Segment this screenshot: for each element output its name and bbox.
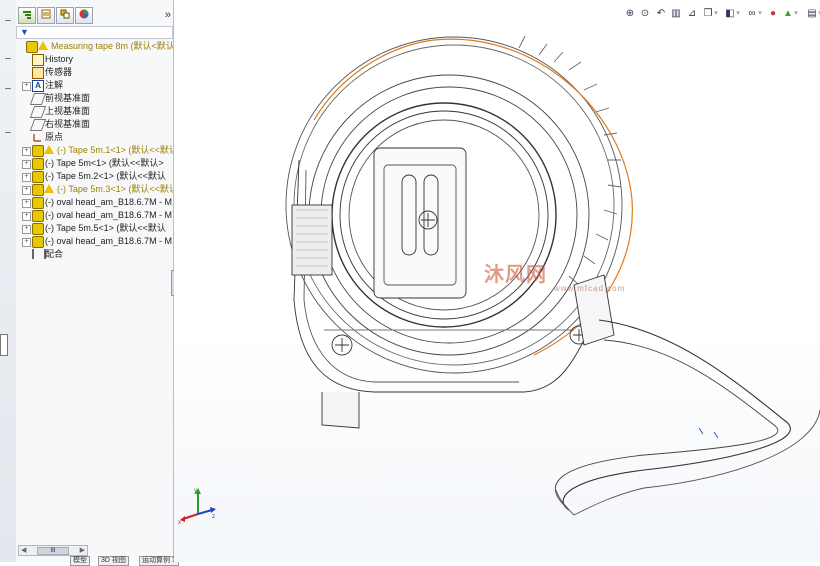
tree-item-label: (-) Tape 5m.2<1> (默认<<默认 — [45, 171, 166, 181]
watermark-url: www.mfcad.com — [554, 284, 626, 293]
tree-item-label: 配合 — [45, 249, 64, 259]
plane-icon — [29, 106, 47, 118]
tree-filter[interactable]: ▼ — [16, 26, 173, 39]
configuration-manager-tab[interactable] — [56, 7, 74, 24]
tree-item-label: (-) oval head_am_B18.6.7M - M — [45, 210, 173, 220]
expand-toggle[interactable]: + — [22, 173, 31, 182]
strip-arrow[interactable] — [5, 132, 11, 133]
panel-tabs: » — [16, 7, 173, 24]
tree-item-label: Measuring tape 8m (默认<默认 — [51, 41, 173, 51]
triad-z-label: z — [212, 514, 215, 520]
feature-tree-icon — [23, 11, 31, 19]
expand-toggle[interactable]: + — [22, 225, 31, 234]
warning-icon — [38, 41, 48, 50]
part-icon — [32, 223, 44, 235]
strip-box[interactable] — [0, 334, 8, 356]
tree-item[interactable]: Measuring tape 8m (默认<默认 — [16, 40, 173, 53]
tab-model[interactable]: 模型 — [70, 556, 90, 566]
tree-item[interactable]: + (-) Tape 5m<1> (默认<<默认> — [16, 157, 173, 170]
plane-icon — [29, 119, 47, 131]
triad-y-label: y — [194, 488, 197, 494]
tree-item-label: (-) oval head_am_B18.6.7M - M — [45, 236, 173, 246]
configuration-icon — [60, 9, 70, 19]
tree-item[interactable]: 配合 — [16, 248, 173, 261]
tree-item[interactable]: + (-) Tape 5m.2<1> (默认<<默认 — [16, 170, 173, 183]
history-icon — [32, 54, 44, 66]
left-task-strip — [0, 0, 17, 562]
scroll-left-icon[interactable]: ◀ — [21, 546, 26, 554]
tree-item[interactable]: 右视基准面 — [16, 118, 173, 131]
expand-toggle[interactable]: + — [22, 82, 31, 91]
tree-item-label: History — [45, 54, 74, 64]
tree-item[interactable]: History — [16, 53, 173, 66]
display-manager-tab[interactable] — [75, 7, 93, 24]
feature-manager-panel: » ▼ Measuring tape 8m (默认<默认 History 传感器 + A… — [16, 0, 177, 562]
origin-icon — [32, 132, 42, 142]
display-manager-icon — [79, 9, 89, 19]
annotation-icon: A — [32, 80, 44, 92]
graphics-viewport[interactable]: ⊕ ⊙ ↶ ▥ ⊿ ❒ ▾ ◧ ▾ ∞ ▾ ● ▲ ▾ ▤ ▾ 沐风网 www.… — [174, 0, 820, 562]
strip-arrow[interactable] — [5, 20, 11, 21]
scroll-right-icon[interactable]: ▶ — [80, 546, 85, 554]
part-icon — [32, 210, 44, 222]
reference-triad: y x z — [178, 488, 216, 524]
strip-arrow[interactable] — [5, 88, 11, 89]
tree-item-label: (-) oval head_am_B18.6.7M - M — [45, 197, 173, 207]
sensor-icon — [32, 67, 44, 79]
strip-arrow[interactable] — [5, 58, 11, 59]
tree-item[interactable]: + A 注解 — [16, 79, 173, 92]
mate-icon — [32, 249, 46, 259]
property-icon — [41, 9, 51, 19]
part-icon — [26, 41, 38, 53]
tab-3d-view[interactable]: 3D 视图 — [98, 556, 129, 566]
tree-item-label: (-) Tape 5m<1> (默认<<默认> — [45, 158, 164, 168]
part-icon — [32, 158, 44, 170]
tree-item-label: 右视基准面 — [45, 119, 91, 129]
property-manager-tab[interactable] — [37, 7, 55, 24]
tree-item[interactable]: + (-) Tape 5m.1<1> (默认<<默认 — [16, 144, 173, 157]
tree-item-label: 传感器 — [45, 67, 73, 77]
plane-icon — [29, 93, 47, 105]
tree-item[interactable]: 传感器 — [16, 66, 173, 79]
tree-item[interactable]: + (-) oval head_am_B18.6.7M - M — [16, 196, 173, 209]
part-icon — [32, 197, 44, 209]
part-icon — [32, 184, 44, 196]
tree-item-label: 注解 — [45, 80, 64, 90]
triad-x-label: x — [178, 520, 181, 524]
part-icon — [32, 145, 44, 157]
tree-item-label: 前视基准面 — [45, 93, 91, 103]
part-icon — [32, 236, 44, 248]
collapse-panel-button[interactable]: » — [165, 9, 171, 21]
filter-icon[interactable]: ▼ — [20, 27, 29, 37]
tree-item[interactable]: + (-) oval head_am_B18.6.7M - M — [16, 235, 173, 248]
scroll-thumb[interactable]: III — [37, 547, 69, 555]
warning-icon — [44, 145, 54, 154]
horizontal-scrollbar[interactable]: ◀ III ▶ — [18, 545, 88, 556]
tree-item-label: (-) Tape 5m.5<1> (默认<<默认 — [45, 223, 166, 233]
tree-item[interactable]: + (-) oval head_am_B18.6.7M - M — [16, 209, 173, 222]
tree-item[interactable]: + (-) Tape 5m.5<1> (默认<<默认 — [16, 222, 173, 235]
tab-motion-study[interactable]: 运动算例 1 — [139, 556, 179, 566]
tree-item[interactable]: 上视基准面 — [16, 105, 173, 118]
expand-toggle[interactable]: + — [22, 238, 31, 247]
tree-item-label: (-) Tape 5m.3<1> (默认<<默认 — [57, 184, 173, 194]
expand-toggle[interactable]: + — [22, 160, 31, 169]
tree-item-label: 上视基准面 — [45, 106, 91, 116]
expand-toggle[interactable]: + — [22, 199, 31, 208]
feature-manager-tab[interactable] — [18, 7, 36, 24]
part-icon — [32, 171, 44, 183]
tree-item[interactable]: 前视基准面 — [16, 92, 173, 105]
tree-item[interactable]: + (-) Tape 5m.3<1> (默认<<默认 — [16, 183, 173, 196]
watermark-logo: 沐风网 — [484, 264, 547, 286]
tree-item-label: 原点 — [45, 132, 64, 142]
tree-item[interactable]: 原点 — [16, 131, 173, 144]
warning-icon — [44, 184, 54, 193]
bottom-tabs: 模型 3D 视图 运动算例 1 — [16, 556, 196, 566]
expand-toggle[interactable]: + — [22, 186, 31, 195]
tree-item-label: (-) Tape 5m.1<1> (默认<<默认 — [57, 145, 173, 155]
expand-toggle[interactable]: + — [22, 212, 31, 221]
expand-toggle[interactable]: + — [22, 147, 31, 156]
